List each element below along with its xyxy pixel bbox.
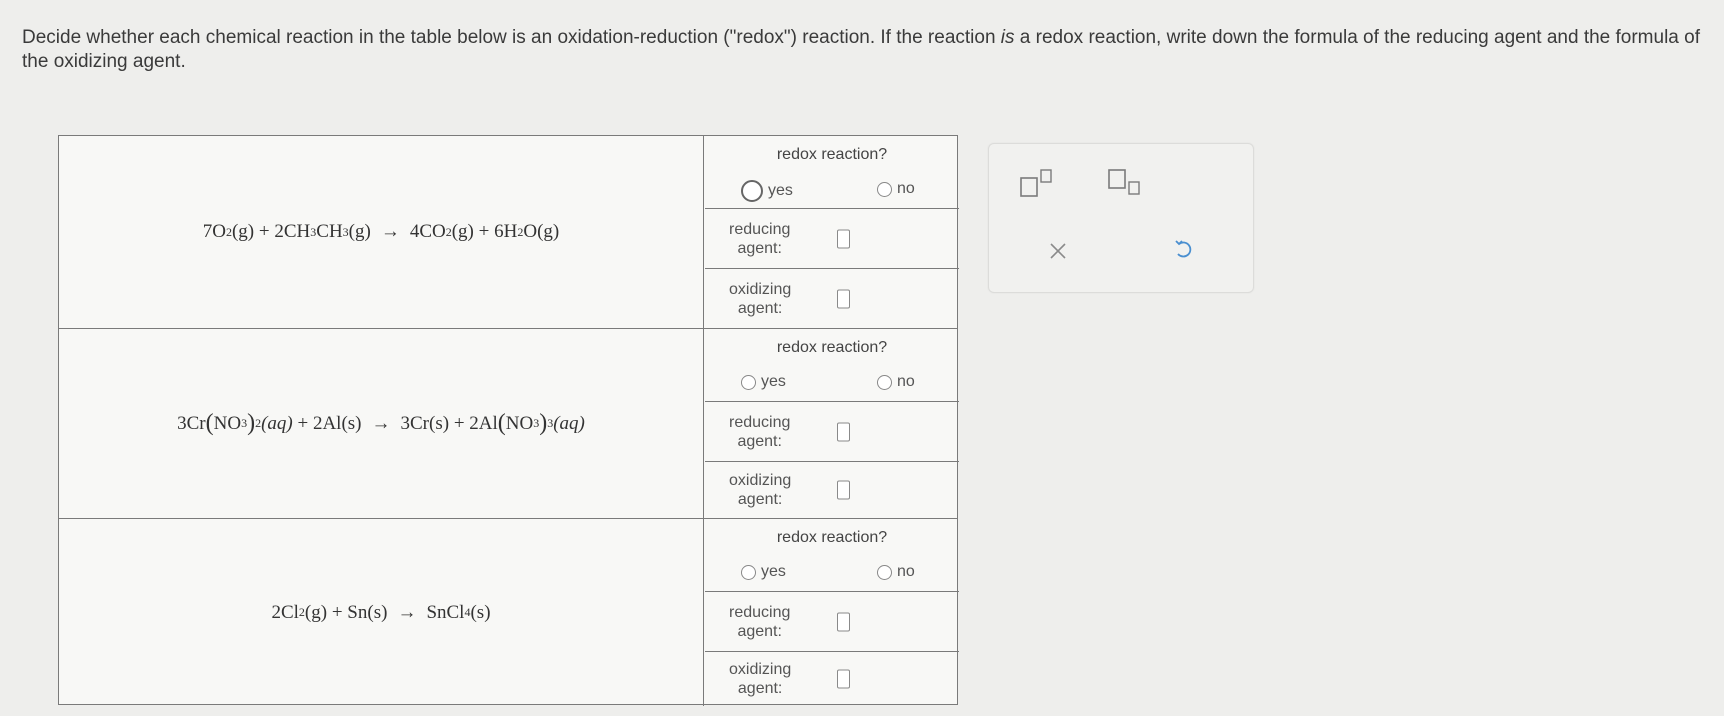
oxidizing-agent-input[interactable] <box>837 480 850 500</box>
oxidizing-agent-row: oxidizing agent: <box>705 462 959 518</box>
no-radio[interactable] <box>877 181 892 197</box>
reducing-agent-label: reducing agent: <box>729 220 791 257</box>
reaction-equation: 3Cr(NO 3) 2 (aq) + 2Al (s) → 3Cr (s) + 2Al(NO… <box>59 329 704 518</box>
yes-option[interactable]: yes <box>741 180 793 202</box>
formula-toolbox <box>988 143 1254 293</box>
subscript-icon <box>1108 169 1140 195</box>
reducing-agent-input[interactable] <box>837 612 850 631</box>
oxidizing-agent-label: oxidizing agent: <box>729 280 792 317</box>
no-radio[interactable] <box>877 564 892 580</box>
subscript-button[interactable] <box>1107 168 1145 198</box>
reducing-agent-input[interactable] <box>837 229 850 248</box>
oxidizing-agent-input[interactable] <box>837 289 850 308</box>
no-radio[interactable] <box>877 374 892 390</box>
reaction-equation: 2Cl 2 (g) + Sn (s) → SnCl 4 (s) <box>59 519 704 706</box>
answer-cell: redox reaction? yes no reducing agent: ox… <box>705 519 959 706</box>
yes-option[interactable]: yes <box>741 563 786 581</box>
table-row: 2Cl 2 (g) + Sn (s) → SnCl 4 (s) redox reactio… <box>59 519 959 706</box>
undo-icon <box>1175 240 1192 258</box>
oxidizing-agent-row: oxidizing agent: <box>705 652 959 706</box>
reducing-agent-row: reducing agent: <box>705 209 959 269</box>
redox-question: redox reaction? yes no <box>705 329 959 402</box>
oxidizing-agent-label: oxidizing agent: <box>729 472 792 508</box>
yes-option[interactable]: yes <box>741 373 786 391</box>
reaction-equation: 7O 2 (g) + 2CH 3 CH 3 (g) → 4CO 2 (g) + 6H 2 O (g) <box>59 136 704 328</box>
table-row: 7O 2 (g) + 2CH 3 CH 3 (g) → 4CO 2 (g) + 6H 2 O (g) … <box>59 136 959 329</box>
reducing-agent-row: reducing agent: <box>705 402 959 462</box>
table-row: 3Cr(NO 3) 2 (aq) + 2Al (s) → 3Cr (s) + 2Al(NO… <box>59 329 959 519</box>
superscript-button[interactable] <box>1019 168 1057 198</box>
oxidizing-agent-row: oxidizing agent: <box>705 269 959 328</box>
no-option[interactable]: no <box>877 563 915 581</box>
no-option[interactable]: no <box>877 373 915 391</box>
clear-button[interactable] <box>1047 240 1069 262</box>
reaction-table: 7O 2 (g) + 2CH 3 CH 3 (g) → 4CO 2 (g) + 6H 2 O (g) … <box>58 135 959 706</box>
no-option[interactable]: no <box>877 180 915 198</box>
clear-icon <box>1050 243 1066 259</box>
undo-button[interactable] <box>1172 238 1196 262</box>
answer-cell: redox reaction? yes no reducing agent: ox… <box>705 329 959 518</box>
redox-question: redox reaction? yes no <box>705 136 959 209</box>
instructions: Decide whether each chemical reaction in… <box>22 27 1700 72</box>
yes-radio[interactable] <box>741 374 756 390</box>
reducing-agent-label: reducing agent: <box>729 413 791 450</box>
redox-question: redox reaction? yes no <box>705 519 959 592</box>
reducing-agent-label: reducing agent: <box>729 603 791 640</box>
superscript-icon <box>1020 169 1052 197</box>
yes-radio[interactable] <box>741 564 756 580</box>
reducing-agent-input[interactable] <box>837 422 850 441</box>
reducing-agent-row: reducing agent: <box>705 592 959 652</box>
oxidizing-agent-label: oxidizing agent: <box>729 661 792 697</box>
answer-cell: redox reaction? yes no reducing agent: ox… <box>705 136 959 328</box>
yes-radio[interactable] <box>741 180 763 202</box>
oxidizing-agent-input[interactable] <box>837 669 850 689</box>
